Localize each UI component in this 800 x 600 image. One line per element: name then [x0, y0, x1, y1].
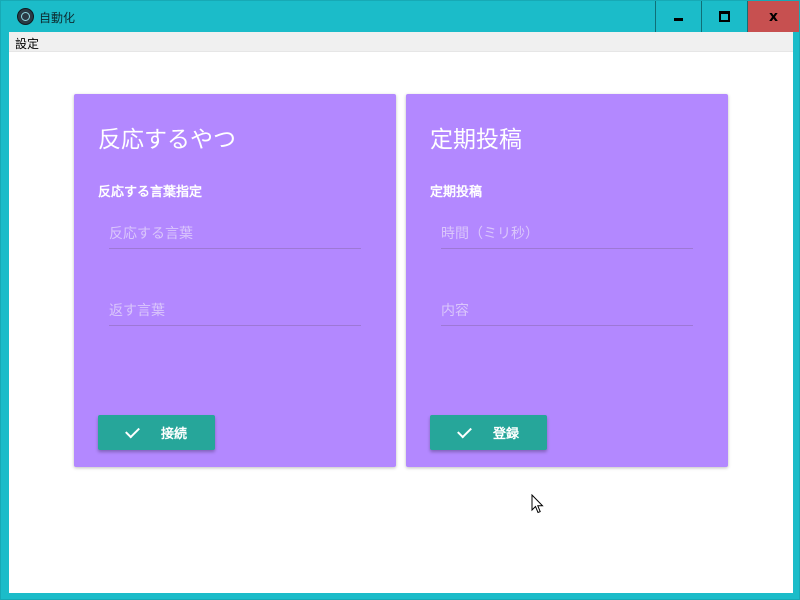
content-field: [441, 299, 693, 326]
scheduled-post-card: 定期投稿 定期投稿 登録: [406, 94, 728, 467]
card-subtitle: 反応する言葉指定: [98, 185, 203, 200]
menu-bar: 設定: [9, 32, 793, 52]
card-title: 定期投稿: [430, 127, 522, 153]
card-title: 反応するやつ: [98, 127, 236, 153]
window-title: 自動化: [39, 11, 76, 25]
maximize-icon: [718, 11, 730, 22]
client-area: 設定 反応するやつ 反応する言葉指定 接続 定期投稿 定期投稿: [9, 32, 793, 593]
button-label: 接続: [160, 427, 187, 442]
card-subtitle: 定期投稿: [430, 185, 483, 200]
interval-ms-input[interactable]: [441, 222, 693, 246]
mouse-cursor-icon: [531, 494, 544, 514]
connect-button[interactable]: 接続: [98, 415, 215, 450]
minimize-icon: [673, 18, 683, 21]
button-label: 登録: [492, 427, 519, 442]
content-input[interactable]: [441, 299, 693, 323]
register-button[interactable]: 登録: [430, 415, 547, 450]
reply-word-input[interactable]: [109, 299, 361, 323]
trigger-word-field: [109, 222, 361, 249]
maximize-button[interactable]: [701, 1, 746, 32]
close-button[interactable]: x: [747, 1, 799, 32]
app-window: 自動化 x 設定 反応するやつ 反応する言葉指定 接続: [0, 0, 800, 600]
reaction-card: 反応するやつ 反応する言葉指定 接続: [74, 94, 396, 467]
interval-field: [441, 222, 693, 249]
check-icon: [457, 423, 472, 438]
close-icon: x: [768, 8, 779, 25]
check-icon: [125, 423, 140, 438]
menu-item-settings[interactable]: 設定: [15, 35, 39, 52]
minimize-button[interactable]: [655, 1, 700, 32]
trigger-word-input[interactable]: [109, 222, 361, 246]
title-bar[interactable]: 自動化 x: [1, 1, 799, 32]
reply-word-field: [109, 299, 361, 326]
app-logo-icon: [17, 8, 34, 25]
